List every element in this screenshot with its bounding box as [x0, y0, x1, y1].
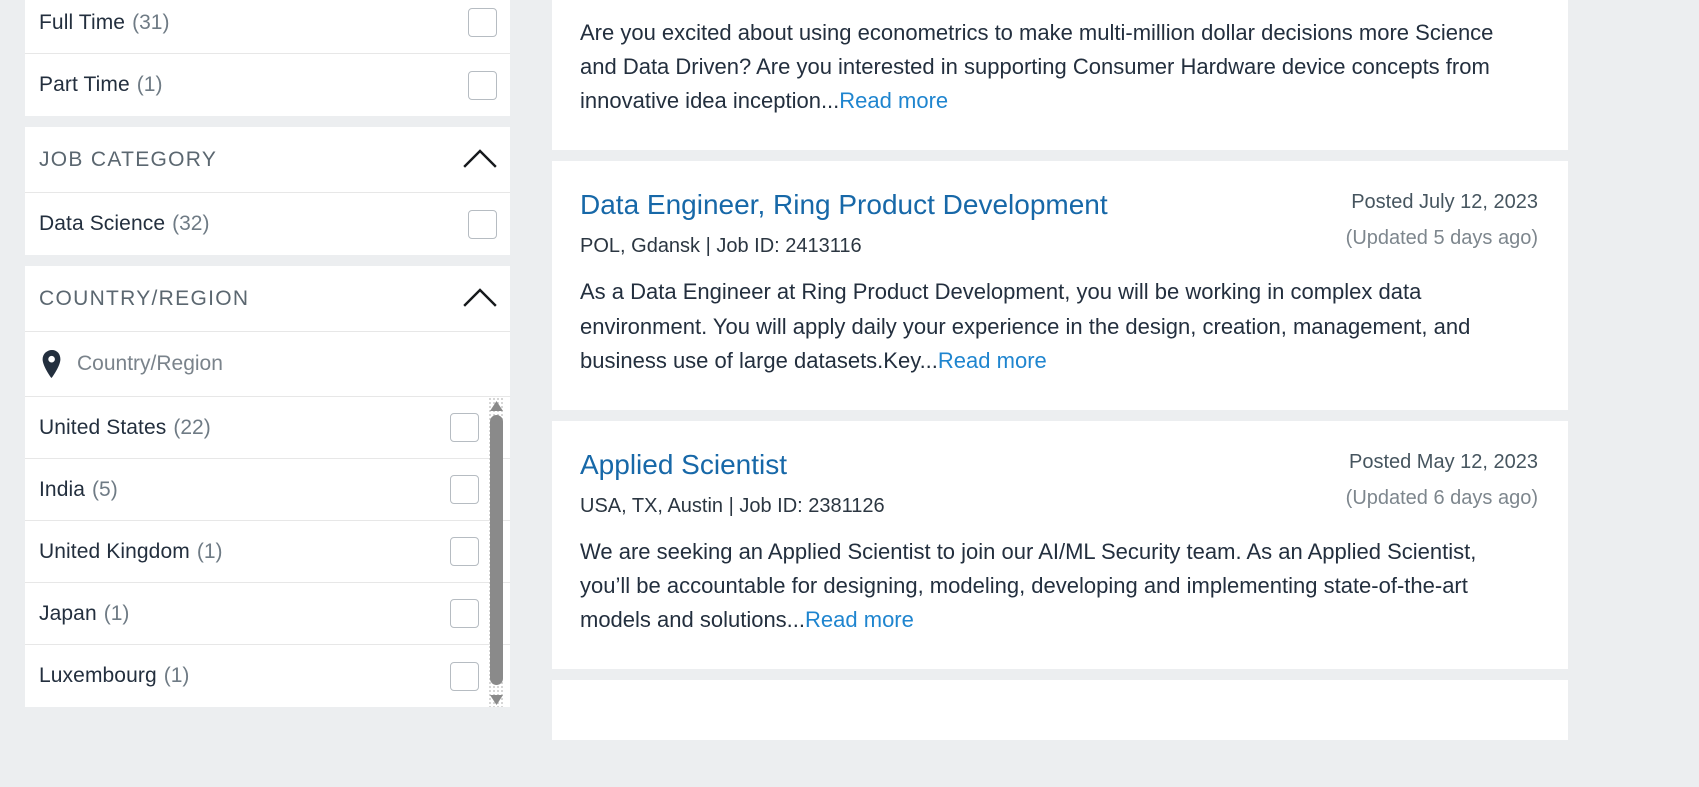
filter-option-count: (1): [196, 539, 223, 563]
job-updated-text: (Updated 5 days ago): [1345, 227, 1538, 250]
job-card-header-right: Posted July 12, 2023 (Updated 5 days ago…: [1346, 188, 1538, 250]
job-card-header-left: Data Engineer, Ring Product Development …: [580, 188, 1128, 258]
filter-section-header-job-category[interactable]: JOB CATEGORY: [25, 127, 510, 193]
filter-option-part-time[interactable]: Part Time (1): [25, 54, 510, 116]
job-search-page: Full Time (31) Part Time (1) JOB CATEGOR…: [0, 0, 1699, 787]
job-card[interactable]: Applied Scientist USA, TX, Austin | Job …: [552, 420, 1568, 670]
read-more-link[interactable]: Read more: [839, 88, 948, 113]
filter-option-india[interactable]: India (5): [25, 459, 510, 521]
filter-option-label: Full Time: [39, 10, 126, 34]
filter-option-label: Data Science: [39, 212, 166, 235]
scrollbar-thumb[interactable]: [490, 415, 503, 685]
filter-option-label: India: [39, 477, 86, 501]
filter-option-count: (5): [92, 477, 118, 501]
filter-option-count: (31): [132, 10, 170, 34]
country-region-option-list: United States (22) India (5) United King…: [25, 397, 510, 707]
job-posted-date: Posted July 12, 2023: [1351, 191, 1538, 214]
filter-checkbox-data-science[interactable]: [468, 209, 497, 239]
scroll-up-arrow-icon[interactable]: [489, 399, 504, 411]
filter-option-count: (32): [172, 212, 210, 235]
country-region-search-input[interactable]: Country/Region: [77, 352, 223, 376]
filter-option-count: (22): [173, 415, 211, 439]
filter-checkbox-japan[interactable]: [450, 599, 479, 628]
job-card[interactable]: USA, WA, Seattle | Job ID: 2391978 (Upda…: [552, 0, 1568, 151]
filter-section-header-country-region[interactable]: COUNTRY/REGION: [25, 266, 510, 332]
job-description-text: Are you excited about using econometrics…: [580, 20, 1494, 114]
read-more-link[interactable]: Read more: [805, 607, 914, 632]
chevron-up-icon[interactable]: [459, 278, 501, 320]
job-card[interactable]: [552, 680, 1568, 741]
job-card[interactable]: Data Engineer, Ring Product Development …: [552, 161, 1568, 410]
scroll-down-arrow-icon[interactable]: [489, 693, 504, 705]
filter-option-count: (1): [136, 73, 163, 96]
country-region-search-row[interactable]: Country/Region: [25, 332, 510, 397]
filter-section-job-category: JOB CATEGORY Data Science (32): [25, 127, 510, 255]
filter-checkbox-luxembourg[interactable]: [450, 661, 479, 691]
job-title-link[interactable]: Data Engineer, Ring Product Development: [580, 188, 1108, 222]
job-card-header: Data Engineer, Ring Product Development …: [580, 188, 1538, 258]
filter-option-united-kingdom[interactable]: United Kingdom (1): [25, 521, 510, 583]
filter-option-label: Luxembourg: [39, 664, 157, 687]
job-results-list: USA, WA, Seattle | Job ID: 2391978 (Upda…: [552, 0, 1568, 751]
filter-section-country-region: COUNTRY/REGION Country/Region United Sta…: [25, 266, 510, 707]
job-description-text: We are seeking an Applied Scientist to j…: [580, 538, 1477, 633]
filter-checkbox-united-kingdom[interactable]: [450, 537, 479, 566]
job-card-header-right: Posted May 12, 2023 (Updated 6 days ago): [1346, 448, 1538, 510]
filter-section-job-type: Full Time (31) Part Time (1): [25, 0, 510, 116]
filter-option-full-time[interactable]: Full Time (31): [25, 0, 510, 54]
filter-checkbox-united-states[interactable]: [450, 413, 479, 442]
country-region-scroll-area: United States (22) India (5) United King…: [25, 397, 510, 707]
filter-checkbox-full-time[interactable]: [468, 8, 497, 37]
job-description: Are you excited about using econometrics…: [580, 16, 1528, 118]
country-list-scrollbar[interactable]: [488, 397, 505, 707]
job-description: We are seeking an Applied Scientist to j…: [580, 535, 1528, 637]
filter-section-title: JOB CATEGORY: [39, 147, 218, 171]
filter-option-japan[interactable]: Japan (1): [25, 583, 510, 645]
job-card-header: Applied Scientist USA, TX, Austin | Job …: [580, 448, 1538, 518]
job-description: As a Data Engineer at Ring Product Devel…: [580, 275, 1528, 377]
filter-option-label: United Kingdom: [39, 539, 190, 563]
filter-checkbox-india[interactable]: [450, 475, 479, 504]
filter-option-label: United States: [39, 415, 167, 439]
chevron-up-icon[interactable]: [459, 139, 501, 181]
location-pin-icon: [39, 349, 65, 379]
read-more-link[interactable]: Read more: [938, 348, 1047, 373]
job-title-link[interactable]: Applied Scientist: [580, 448, 787, 482]
filter-option-count: (1): [103, 601, 130, 625]
filter-section-title: COUNTRY/REGION: [39, 286, 250, 310]
job-updated-text: (Updated 6 days ago): [1345, 486, 1538, 509]
job-card-header-left: Applied Scientist USA, TX, Austin | Job …: [580, 448, 905, 518]
filters-sidebar: Full Time (31) Part Time (1) JOB CATEGOR…: [25, 0, 510, 707]
filter-option-count: (1): [163, 664, 190, 687]
filter-option-luxembourg[interactable]: Luxembourg (1): [25, 645, 510, 707]
filter-checkbox-part-time[interactable]: [468, 70, 497, 100]
filter-option-data-science[interactable]: Data Science (32): [25, 193, 510, 255]
job-location-and-id: POL, Gdansk | Job ID: 2413116: [580, 235, 862, 258]
job-location-and-id: USA, TX, Austin | Job ID: 2381126: [580, 494, 885, 517]
job-posted-date: Posted May 12, 2023: [1348, 450, 1538, 473]
filter-option-label: Part Time: [39, 73, 130, 96]
filter-option-united-states[interactable]: United States (22): [25, 397, 510, 459]
filter-option-label: Japan: [39, 601, 97, 625]
